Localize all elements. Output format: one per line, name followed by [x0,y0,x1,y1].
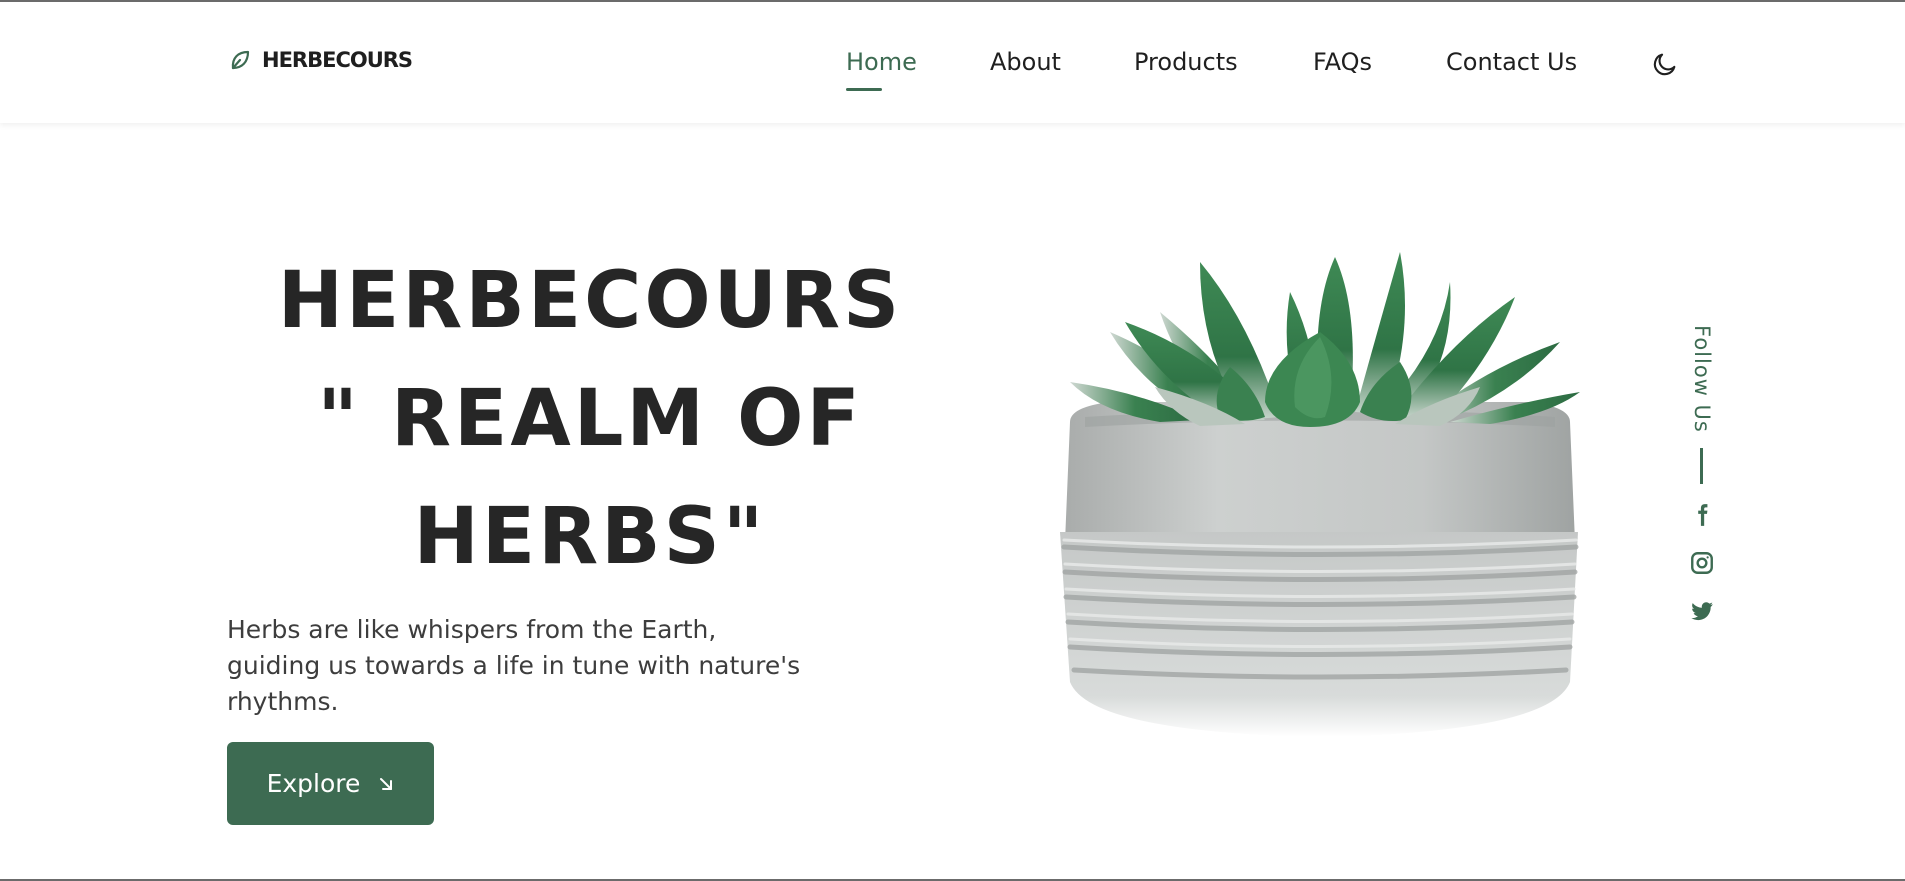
facebook-icon [1698,504,1708,526]
nav-item-label: Contact Us [1446,48,1578,76]
explore-button[interactable]: Explore [227,742,434,825]
nav-item-label: FAQs [1313,48,1372,76]
hero-title-line: HERBS" [413,492,767,582]
twitter-link[interactable] [1689,598,1715,624]
follow-divider [1700,448,1703,484]
page: HERBECOURS Home About Products FAQs Cont… [0,0,1905,881]
nav-item-label: About [990,48,1061,76]
nav-item-label: Products [1134,48,1238,76]
explore-button-label: Explore [266,769,361,798]
hero-title-line: " REALM OF [317,374,863,464]
nav-item-products[interactable]: Products [1134,48,1238,76]
header: HERBECOURS Home About Products FAQs Cont… [0,2,1905,123]
leaf-icon [231,50,250,70]
succulent-pot-image [1060,252,1580,737]
moon-icon [1653,53,1676,76]
facebook-link[interactable] [1689,502,1715,528]
brand-logo[interactable]: HERBECOURS [228,48,413,72]
nav-item-about[interactable]: About [990,48,1061,76]
arrow-down-right-icon [380,777,393,790]
instagram-icon [1691,552,1713,574]
hero-title: HERBECOURS " REALM OF HERBS" [250,242,930,596]
nav-active-indicator [846,88,882,91]
nav-item-label: Home [846,48,917,76]
instagram-link[interactable] [1689,550,1715,576]
brand-name: HERBECOURS [262,48,413,72]
twitter-icon [1691,602,1713,621]
nav-item-contact[interactable]: Contact Us [1446,48,1577,76]
follow-us-label: Follow Us [1690,325,1714,433]
theme-toggle-button[interactable] [1651,50,1679,78]
nav-item-faqs[interactable]: FAQs [1313,48,1372,76]
hero-title-line: HERBECOURS [277,256,903,346]
hero-description: Herbs are like whispers from the Earth, … [227,615,801,716]
nav-item-home[interactable]: Home [846,48,917,91]
